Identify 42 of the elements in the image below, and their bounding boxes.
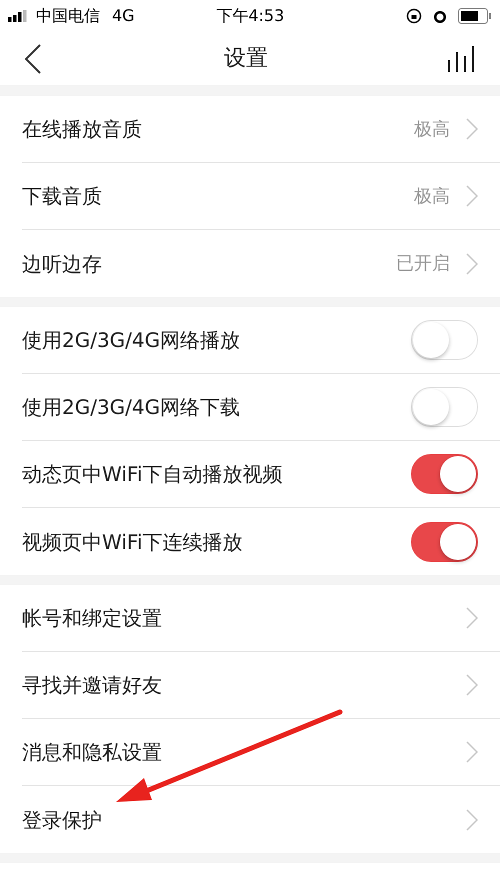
setting-label: 帐号和绑定设置	[22, 605, 162, 632]
settings-row[interactable]: 登录保护	[0, 786, 500, 853]
setting-label: 在线播放音质	[22, 116, 142, 143]
settings-row[interactable]: 动态页中WiFi下自动播放视频	[0, 441, 500, 508]
settings-row[interactable]: 在线播放音质 极高	[0, 96, 500, 163]
chevron-icon	[466, 674, 478, 696]
setting-label: 寻找并邀请好友	[22, 672, 162, 699]
page-title: 设置	[224, 45, 268, 73]
setting-value: 极高	[414, 118, 450, 142]
alarm-icon	[432, 8, 448, 24]
setting-value: 极高	[414, 184, 450, 208]
chevron-icon	[466, 252, 478, 274]
settings-row[interactable]: 边听边存 已开启	[0, 230, 500, 297]
settings-row[interactable]: 使用2G/3G/4G网络下载	[0, 374, 500, 441]
setting-label: 登录保护	[22, 806, 102, 834]
setting-label: 边听边存	[22, 250, 102, 278]
settings-row[interactable]: 帐号和绑定设置	[0, 585, 500, 652]
carrier-name: 中国电信	[36, 5, 100, 27]
network-type: 4G	[112, 5, 135, 27]
setting-label: 使用2G/3G/4G网络下载	[22, 394, 240, 421]
setting-label: 动态页中WiFi下自动播放视频	[22, 461, 282, 488]
equalizer-icon[interactable]	[447, 46, 475, 72]
setting-label: 下载音质	[22, 183, 102, 210]
chevron-icon	[466, 741, 478, 763]
setting-label: 视频页中WiFi下连续播放	[22, 528, 242, 556]
chevron-icon	[466, 118, 478, 140]
setting-label: 使用2G/3G/4G网络播放	[22, 327, 240, 354]
settings-row[interactable]: 视频页中WiFi下连续播放	[0, 508, 500, 575]
settings-row[interactable]: 寻找并邀请好友	[0, 652, 500, 719]
chevron-icon	[466, 808, 478, 830]
toggle-switch[interactable]	[411, 454, 478, 494]
setting-value: 已开启	[396, 252, 450, 276]
setting-label: 消息和隐私设置	[22, 739, 162, 766]
settings-row[interactable]: 消息和隐私设置	[0, 719, 500, 786]
chevron-icon	[466, 185, 478, 207]
status-time: 下午4:53	[216, 5, 284, 27]
rotation-lock-icon	[406, 8, 422, 24]
chevron-icon	[466, 607, 478, 629]
settings-row[interactable]: 下载音质 极高	[0, 163, 500, 230]
battery-icon	[458, 8, 492, 24]
toggle-switch[interactable]	[411, 522, 478, 562]
settings-row[interactable]: 使用2G/3G/4G网络播放	[0, 307, 500, 374]
